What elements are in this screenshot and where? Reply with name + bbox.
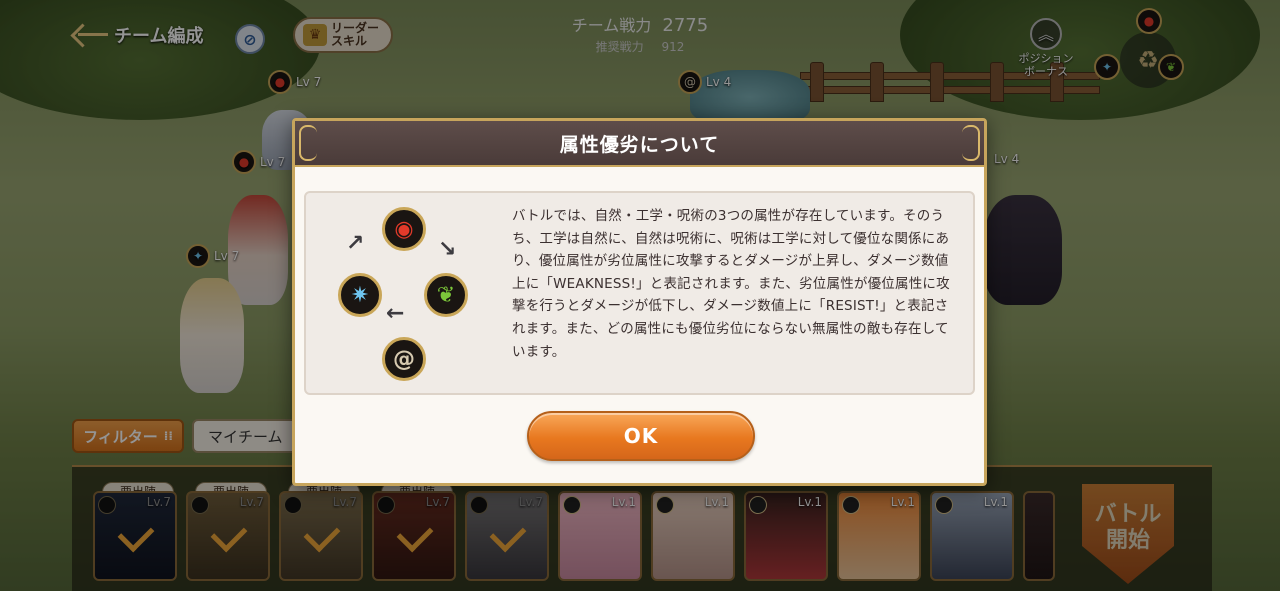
dialog-header: 属性優劣について (295, 121, 984, 167)
dialog-title: 属性優劣について (559, 133, 720, 156)
ok-button[interactable]: OK (527, 411, 755, 461)
nature-element-icon: ❦ (424, 273, 468, 317)
dialog-description: バトルでは、自然・工学・呪術の3つの属性が存在しています。そのうち、工学は自然に… (512, 208, 950, 360)
star-element-icon: ✷ (338, 273, 382, 317)
spiral-element-icon: @ (382, 337, 426, 381)
info-panel: ◉ ❦ ✷ @ ↘ ← ↗ バトルでは、自然・工学・呪術の3つの属性が存在してい… (304, 191, 975, 395)
cycle-arrow-icon: ← (386, 301, 405, 326)
cycle-arrow-icon: ↘ (438, 237, 457, 262)
fire-element-icon: ◉ (382, 207, 426, 251)
element-advantage-dialog: 属性優劣について ◉ ❦ ✷ @ ↘ ← ↗ バトルでは、自然・工学・呪術の3つ… (292, 118, 987, 486)
element-cycle-diagram: ◉ ❦ ✷ @ ↘ ← ↗ (328, 201, 488, 387)
ornament-left-icon (299, 125, 317, 161)
ok-label: OK (623, 424, 659, 448)
ornament-right-icon (962, 125, 980, 161)
cycle-arrow-icon: ↗ (346, 231, 365, 256)
